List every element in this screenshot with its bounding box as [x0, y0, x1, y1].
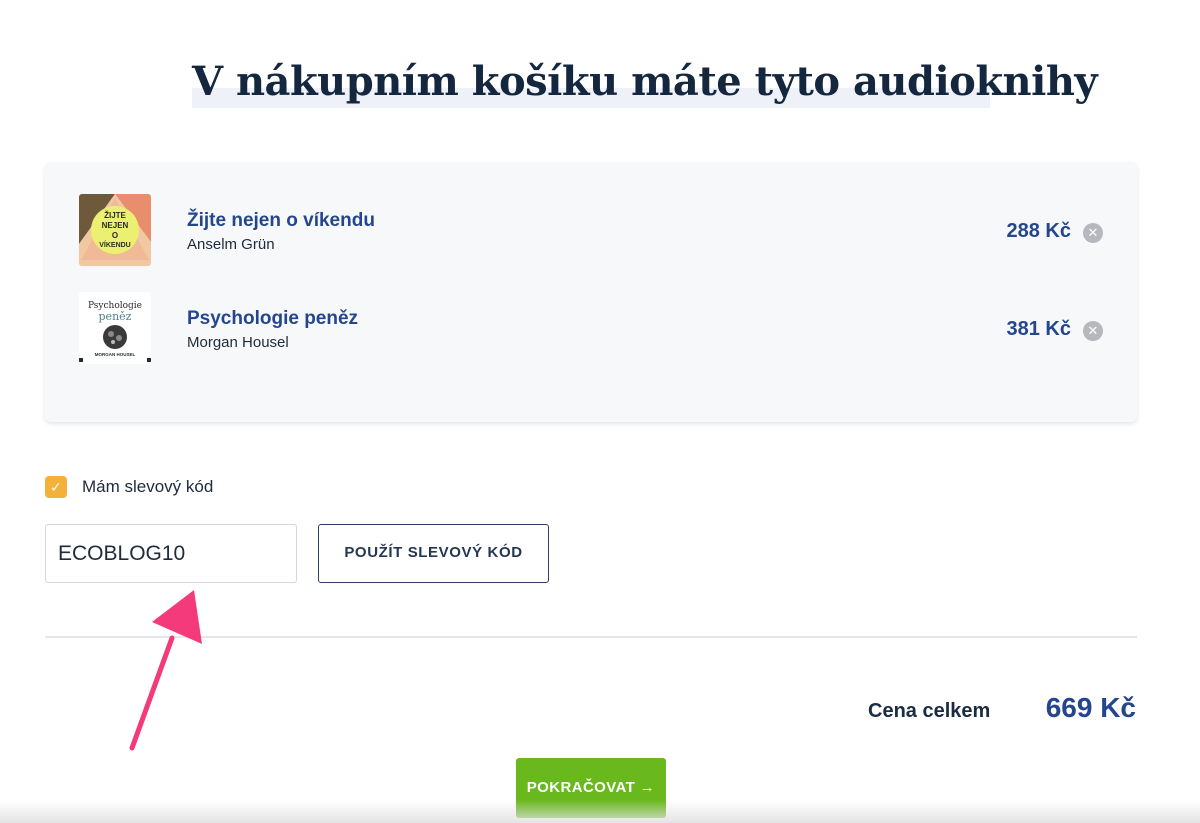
- annotation-arrow-icon: [129, 590, 202, 751]
- page-title-wrap: V nákupním košíku máte tyto audioknihy: [192, 56, 1098, 108]
- cover-text: NEJEN: [102, 221, 129, 230]
- close-circle-icon: ✕: [1087, 323, 1099, 338]
- cover-text: peněz: [99, 310, 132, 323]
- book-title-link[interactable]: Žijte nejen o víkendu: [187, 210, 375, 232]
- cart-item: ŽIJTE NEJEN O VÍKENDU Žijte nejen o víke…: [45, 194, 1137, 270]
- book-price: 381 Kč: [1006, 318, 1072, 340]
- discount-code-input[interactable]: [45, 524, 297, 583]
- checkmark-icon: ✓: [50, 479, 62, 495]
- book-cover-art: Psychologie peněz MORGAN HOUSEL: [79, 292, 151, 364]
- book-cover-art: ŽIJTE NEJEN O VÍKENDU: [79, 194, 151, 266]
- book-title-link[interactable]: Psychologie peněz: [187, 308, 358, 330]
- cover-text: MORGAN HOUSEL: [95, 352, 136, 357]
- book-cover-image[interactable]: Psychologie peněz MORGAN HOUSEL: [79, 292, 151, 364]
- book-author: Morgan Housel: [187, 334, 289, 351]
- book-price: 288 Kč: [1006, 220, 1072, 242]
- cover-text: ŽIJTE: [104, 211, 126, 220]
- remove-item-button[interactable]: ✕: [1083, 223, 1103, 243]
- cart-panel: ŽIJTE NEJEN O VÍKENDU Žijte nejen o víke…: [45, 162, 1137, 422]
- book-cover-image[interactable]: ŽIJTE NEJEN O VÍKENDU: [79, 194, 151, 266]
- book-author: Anselm Grün: [187, 236, 275, 253]
- discount-code-checkbox[interactable]: ✓: [45, 476, 67, 498]
- continue-button[interactable]: POKRAČOVAT →: [516, 758, 666, 818]
- cover-text: VÍKENDU: [99, 240, 131, 249]
- divider: [45, 636, 1137, 638]
- apply-discount-button[interactable]: POUŽÍT SLEVOVÝ KÓD: [318, 524, 549, 583]
- close-circle-icon: ✕: [1087, 225, 1099, 240]
- discount-code-label: Mám slevový kód: [82, 477, 214, 496]
- cover-text: O: [112, 231, 118, 240]
- total-label: Cena celkem: [868, 700, 991, 722]
- page-title: V nákupním košíku máte tyto audioknihy: [192, 58, 1098, 105]
- cart-item: Psychologie peněz MORGAN HOUSEL Psycholo…: [45, 292, 1137, 368]
- remove-item-button[interactable]: ✕: [1083, 321, 1103, 341]
- total-value: 669 Kč: [1045, 692, 1136, 723]
